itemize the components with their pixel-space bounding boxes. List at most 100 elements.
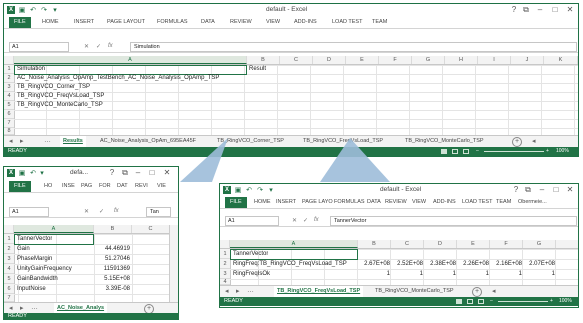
minimize-icon[interactable]: – xyxy=(132,168,144,177)
ribbon-tab-data[interactable]: DAT xyxy=(117,183,128,189)
maximize-icon[interactable]: □ xyxy=(146,168,158,177)
ribbon-tab-page-layout[interactable]: PAGE LAYOUT xyxy=(107,19,145,25)
close-icon[interactable]: ✕ xyxy=(564,5,576,14)
cell-a6[interactable]: InputNoise xyxy=(17,285,46,294)
save-icon[interactable]: ▣ xyxy=(18,169,26,177)
col-header-f[interactable]: F xyxy=(379,56,412,64)
ribbon-tab-formulas[interactable]: FORMULAS xyxy=(334,199,365,205)
ribbon-tab-load-test[interactable]: LOAD TEST xyxy=(332,19,362,25)
row-header[interactable]: 6 xyxy=(4,284,14,294)
cell-a4[interactable]: UnityGainFrequency xyxy=(17,265,72,274)
zoom-level[interactable]: 100% xyxy=(559,298,572,304)
redo-icon[interactable]: ↷ xyxy=(40,6,48,14)
name-box[interactable]: A1 xyxy=(9,42,69,52)
prev-sheet-icon[interactable]: ◂ xyxy=(225,287,229,295)
ribbon-tab-home[interactable]: HOME xyxy=(42,19,59,25)
col-header-g[interactable]: G xyxy=(523,240,556,248)
col-header-e[interactable]: E xyxy=(346,56,379,64)
enter-icon[interactable]: ✓ xyxy=(96,43,101,50)
col-header-d[interactable]: D xyxy=(313,56,346,64)
select-all-corner[interactable] xyxy=(220,240,230,248)
name-box[interactable]: A1 xyxy=(9,207,49,217)
zoom-slider[interactable] xyxy=(484,151,544,152)
zoom-in-icon[interactable]: + xyxy=(546,148,549,154)
col-header-g[interactable]: G xyxy=(412,56,445,64)
cell-a3[interactable]: PhaseMargin xyxy=(17,255,52,264)
page-break-view-icon[interactable] xyxy=(478,299,484,304)
ribbon-display-icon[interactable]: ⧉ xyxy=(119,168,131,178)
row-header[interactable]: 7 xyxy=(4,119,14,128)
col-header-c[interactable]: C xyxy=(132,225,170,233)
col-header-c[interactable]: C xyxy=(280,56,313,64)
cell-g2[interactable]: 2.07E+08 xyxy=(523,260,555,269)
cancel-icon[interactable]: ✕ xyxy=(292,217,297,224)
cell-a1[interactable]: TannerVector xyxy=(17,235,52,244)
col-header-b[interactable]: B xyxy=(247,56,280,64)
help-icon[interactable]: ? xyxy=(508,5,520,14)
name-box[interactable]: A1 xyxy=(225,216,279,226)
col-header-b[interactable]: B xyxy=(358,240,391,248)
normal-view-icon[interactable] xyxy=(441,149,447,154)
redo-icon[interactable]: ▾ xyxy=(38,169,46,177)
cell-a2[interactable]: RingFreq:TB_RingVCO_FreqVsLoad_TSP xyxy=(233,260,357,269)
customize-qat-icon[interactable]: ▾ xyxy=(267,186,275,194)
ribbon-tab-view[interactable]: VIEW xyxy=(266,19,280,25)
zoom-in-icon[interactable]: + xyxy=(550,298,553,304)
cell-a1[interactable]: Simulation xyxy=(17,65,45,74)
col-header-d[interactable]: D xyxy=(424,240,457,248)
save-icon[interactable]: ▣ xyxy=(18,6,26,14)
row-header[interactable]: 1 xyxy=(4,234,14,244)
row-header[interactable]: 3 xyxy=(220,269,230,279)
col-header-e[interactable]: E xyxy=(457,240,490,248)
formula-input[interactable]: Simulation xyxy=(130,42,577,52)
cell-b5[interactable]: 5.15E+08 xyxy=(94,275,130,284)
function-icon[interactable]: fx xyxy=(114,208,119,214)
zoom-slider[interactable] xyxy=(498,301,548,302)
next-sheet-icon[interactable]: ▸ xyxy=(20,137,24,145)
ribbon-tab-load-test[interactable]: LOAD TEST xyxy=(462,199,492,205)
cancel-icon[interactable]: ✕ xyxy=(84,43,89,50)
row-header[interactable]: 8 xyxy=(4,128,14,135)
cell-a3[interactable]: RingFreqIsOk xyxy=(233,270,270,279)
page-break-view-icon[interactable] xyxy=(463,149,469,154)
ribbon-tab-review[interactable]: REVIEW xyxy=(230,19,252,25)
cell-b4[interactable]: 11591369 xyxy=(94,265,130,274)
row-header[interactable]: 2 xyxy=(220,259,230,269)
ribbon-tab-formulas[interactable]: FORMULAS xyxy=(157,19,188,25)
sheet-tab-freqvsload[interactable]: TB_RingVCO_FreqVsLoad_TSP xyxy=(300,136,386,147)
cell-d2[interactable]: 2.38E+08 xyxy=(424,260,456,269)
signed-in-user[interactable]: Obermeie... xyxy=(518,199,547,205)
cell-b3[interactable]: 1 xyxy=(358,270,390,279)
row-header[interactable]: 1 xyxy=(220,249,230,259)
close-icon[interactable]: ✕ xyxy=(161,168,173,177)
ribbon-tab-insert[interactable]: INSERT xyxy=(74,19,94,25)
more-sheets-icon[interactable]: … xyxy=(247,287,254,294)
more-sheets-icon[interactable]: … xyxy=(44,137,51,144)
ribbon-tab-insert[interactable]: INSERT xyxy=(276,199,296,205)
ribbon-tab-home[interactable]: HO xyxy=(44,183,52,189)
ribbon-tab-home[interactable]: HOME xyxy=(254,199,271,205)
ribbon-tab-insert[interactable]: INSE xyxy=(62,183,75,189)
normal-view-icon[interactable] xyxy=(456,299,462,304)
cell-a1[interactable]: TannerVector xyxy=(233,250,268,259)
row-header[interactable]: 2 xyxy=(4,74,14,83)
maximize-icon[interactable]: □ xyxy=(549,5,561,14)
ribbon-tab-view[interactable]: VIEW xyxy=(412,199,426,205)
ribbon-display-icon[interactable]: ⧉ xyxy=(522,185,534,195)
enter-icon[interactable]: ✓ xyxy=(99,208,104,215)
undo-icon[interactable]: ↶ xyxy=(29,169,37,177)
ribbon-tab-data[interactable]: DATA xyxy=(201,19,215,25)
save-icon[interactable]: ▣ xyxy=(234,186,242,194)
ribbon-tab-view[interactable]: VIE xyxy=(157,183,166,189)
row-header[interactable]: 3 xyxy=(4,254,14,264)
redo-icon[interactable]: ↷ xyxy=(256,186,264,194)
row-header[interactable]: 5 xyxy=(4,274,14,284)
ribbon-tab-file[interactable]: FILE xyxy=(9,181,31,192)
select-all-corner[interactable] xyxy=(4,225,14,233)
ribbon-tab-review[interactable]: REVIEW xyxy=(385,199,407,205)
tab-scroll-icon[interactable]: ◂ xyxy=(532,137,536,145)
plus-icon[interactable]: + xyxy=(472,287,482,297)
cell-c3[interactable]: 1 xyxy=(391,270,423,279)
col-header-k[interactable]: K xyxy=(544,56,578,64)
cell-g3[interactable]: 1 xyxy=(523,270,555,279)
